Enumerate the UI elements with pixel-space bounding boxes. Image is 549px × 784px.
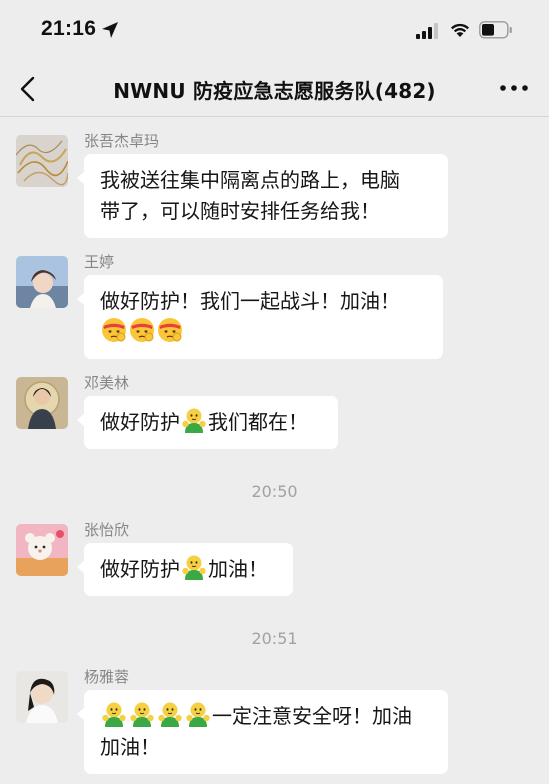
message-text: 一定注意安全呀！加油 bbox=[212, 704, 412, 728]
chat-header: NWNU 防疫应急志愿服务队(482) bbox=[0, 62, 549, 117]
message-bubble[interactable]: 做好防护！我们一起战斗！加油！ bbox=[77, 275, 443, 359]
sender-name: 王婷 bbox=[84, 253, 115, 271]
status-time: 21:16 bbox=[41, 17, 97, 40]
message-bubble[interactable]: 一定注意安全呀！加油 加油！ bbox=[77, 690, 448, 774]
more-dots-icon[interactable] bbox=[497, 76, 531, 100]
chevron-left-icon[interactable] bbox=[14, 74, 44, 104]
message-text: 做好防护！我们一起战斗！加油！ bbox=[100, 289, 400, 313]
sender-name: 张吾杰卓玛 bbox=[84, 132, 160, 150]
fist-pump-emoji bbox=[185, 701, 211, 727]
status-bar: 21:16 bbox=[0, 0, 549, 62]
chat-title: NWNU 防疫应急志愿服务队(482) bbox=[113, 79, 436, 103]
timestamp: 20:50 bbox=[251, 482, 298, 501]
fist-pump-emoji bbox=[129, 701, 155, 727]
wifi-icon bbox=[451, 23, 469, 37]
sender-name: 邓美林 bbox=[84, 374, 130, 392]
message-bubble[interactable]: 做好防护 我们都在！ bbox=[77, 396, 338, 449]
message-text: 做好防护 bbox=[100, 557, 180, 581]
determined-face-emoji bbox=[101, 317, 127, 343]
avatar[interactable] bbox=[16, 256, 68, 308]
fist-pump-emoji bbox=[101, 701, 127, 727]
message-bubble[interactable]: 我被送往集中隔离点的路上，电脑 带了，可以随时安排任务给我！ bbox=[77, 154, 448, 238]
timestamp: 20:51 bbox=[251, 629, 298, 648]
message-bubble[interactable]: 做好防护 加油！ bbox=[77, 543, 293, 596]
message-text: 加油！ bbox=[208, 557, 268, 581]
emoji-row bbox=[100, 317, 428, 348]
message-text: 我们都在！ bbox=[208, 410, 308, 434]
sender-name: 张怡欣 bbox=[84, 521, 130, 539]
avatar[interactable] bbox=[16, 671, 68, 723]
avatar[interactable] bbox=[16, 135, 68, 187]
message-text: 做好防护 bbox=[100, 410, 180, 434]
location-arrow-icon bbox=[102, 22, 118, 38]
message-text: 带了，可以随时安排任务给我！ bbox=[100, 199, 380, 223]
determined-face-emoji bbox=[157, 317, 183, 343]
fist-pump-emoji bbox=[181, 407, 207, 433]
avatar[interactable] bbox=[16, 524, 68, 576]
message-line: 一定注意安全呀！加油 bbox=[100, 701, 433, 732]
determined-face-emoji bbox=[129, 317, 155, 343]
fist-pump-emoji bbox=[157, 701, 183, 727]
chat-message-list[interactable]: 张吾杰卓玛 我被送往集中隔离点的路上，电脑 带了，可以随时安排任务给我！ 王婷 … bbox=[0, 117, 549, 784]
avatar[interactable] bbox=[16, 377, 68, 429]
fist-pump-emoji bbox=[181, 554, 207, 580]
battery-icon bbox=[479, 21, 512, 39]
message-text: 加油！ bbox=[100, 735, 160, 759]
cellular-signal-icon bbox=[416, 23, 438, 39]
sender-name: 杨雅蓉 bbox=[84, 668, 130, 686]
message-text: 我被送往集中隔离点的路上，电脑 bbox=[100, 168, 400, 192]
